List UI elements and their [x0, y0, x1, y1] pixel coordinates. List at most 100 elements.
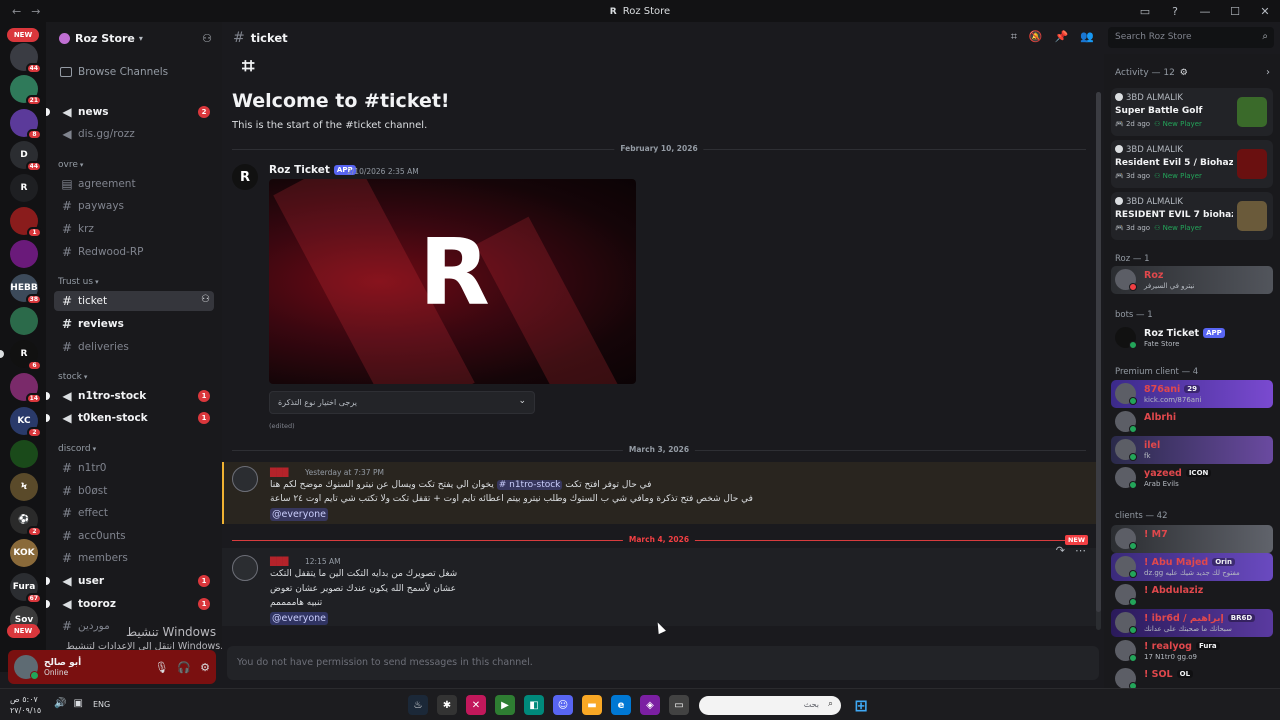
channel-t0ken-stock[interactable]: ◀ t0ken-stock 1 [46, 408, 214, 428]
channel-accounts[interactable]: # acc0unts [54, 526, 214, 546]
member-item[interactable]: ! M7 [1111, 525, 1273, 553]
message-author[interactable]: Roz Ticket APP [269, 164, 356, 176]
ticket-type-select[interactable]: يرجى اختيار نوع التذكرة ⌄ [269, 391, 535, 414]
redacted-author-name[interactable]: ███ [270, 468, 288, 477]
category-trust-us[interactable]: Trust us ▾ [58, 277, 99, 287]
user-avatar[interactable] [232, 555, 258, 581]
microphone-icon[interactable]: 🎙 [154, 661, 168, 674]
windows-start-icon[interactable]: ⊞ [851, 695, 871, 715]
server-icon[interactable] [10, 240, 38, 268]
server-icon[interactable]: KC 2 [10, 407, 42, 438]
channel-redwood[interactable]: # Redwood-RP [54, 242, 214, 262]
member-roz[interactable]: Roz نيترو في السيرفر [1111, 266, 1273, 294]
folder-icon[interactable]: ▬ [582, 695, 602, 715]
browse-channels[interactable]: Browse Channels [46, 60, 222, 84]
server-icon[interactable]: D 44 [10, 141, 42, 172]
server-icon[interactable]: R6 [10, 340, 42, 371]
scrollbar-thumb[interactable] [1096, 92, 1101, 612]
server-icon[interactable]: 21 [10, 75, 42, 106]
channel-n1tr0[interactable]: # n1tr0 [54, 458, 214, 478]
minimize-button[interactable]: — [1190, 5, 1220, 18]
message-composer[interactable]: You do not have permission to send messa… [227, 646, 1099, 680]
activity-card[interactable]: 3BD ALMALIK Super Battle Golf 🎮 2d ago ⚇ Ne… [1111, 88, 1273, 136]
channel-n1tro-stock[interactable]: ◀ n1tro-stock 1 [46, 386, 214, 406]
taskbar-search[interactable]: بحث ⌕ [699, 696, 841, 715]
app-icon[interactable]: ◧ [524, 695, 544, 715]
member-item[interactable]: ! Abdulaziz [1111, 581, 1273, 609]
server-icon[interactable]: 44 [10, 43, 42, 74]
everyone-mention[interactable]: @everyone [270, 508, 329, 521]
language-indicator[interactable]: ENG [93, 700, 110, 709]
channel-members[interactable]: # members [54, 548, 214, 568]
embed-image[interactable]: R [269, 179, 636, 384]
maximize-button[interactable]: ☐ [1220, 5, 1250, 18]
clock[interactable]: ٥:٠٧ ص ٢٧/٠٩/١٥ [10, 694, 41, 716]
steam-icon[interactable]: ♨ [408, 695, 428, 715]
activity-card[interactable]: 3BD ALMALIK Resident Evil 5 / Biohazard 5… [1111, 140, 1273, 188]
channel-payways[interactable]: # payways [54, 196, 214, 216]
channel-news[interactable]: ◀ news 2 [46, 102, 214, 122]
server-icon[interactable]: HEBB 38 [10, 274, 42, 305]
server-icon[interactable]: Fura 67 [10, 573, 42, 604]
everyone-mention[interactable]: @everyone [270, 612, 329, 625]
app-icon[interactable]: ✱ [437, 695, 457, 715]
invite-icon[interactable]: ⚇ [201, 294, 210, 305]
network-icon[interactable]: ▣ [73, 698, 82, 709]
server-header[interactable]: Roz Store ▾ ⚇ [46, 22, 222, 54]
member-item[interactable]: 876ani 29 kick.com/876ani [1111, 380, 1273, 408]
channel-deliveries[interactable]: # deliveries [54, 337, 214, 357]
member-roz-ticket[interactable]: Roz Ticket APP Fate Store [1111, 324, 1273, 352]
channel-tooroz[interactable]: ◀ tooroz 1 [46, 594, 214, 614]
chat-scrollbar[interactable] [1096, 92, 1101, 630]
channel-b0st[interactable]: # b0øst [54, 481, 214, 501]
more-options-icon[interactable]: ⋯ [1075, 544, 1086, 557]
new-unreads-pill-top[interactable]: NEW [7, 28, 39, 42]
edge-icon[interactable]: e [611, 695, 631, 715]
server-icon[interactable]: Ϟ [10, 473, 38, 501]
mute-bell-icon[interactable]: 🔕 [1029, 30, 1043, 44]
search-input[interactable]: Search Roz Store ⌕ [1108, 27, 1274, 48]
member-item[interactable]: ! SOL OL [1111, 665, 1273, 688]
forward-button[interactable]: → [31, 5, 40, 18]
app-icon[interactable]: ✕ [466, 695, 486, 715]
server-icon[interactable]: 8 [10, 109, 42, 140]
help-icon[interactable]: ? [1160, 5, 1190, 18]
server-icon[interactable]: 14 [10, 373, 42, 404]
server-icon[interactable]: KOK [10, 539, 38, 567]
pin-icon[interactable]: 📌 [1055, 30, 1069, 44]
member-item[interactable]: yazeed ICON Arab Evils [1111, 464, 1273, 492]
close-button[interactable]: ✕ [1250, 5, 1280, 18]
member-item[interactable]: ! realyog Fura 17 N1tr0 gg.o9 [1111, 637, 1273, 665]
user-avatar[interactable] [14, 655, 39, 680]
activity-card[interactable]: 3BD ALMALIK RESIDENT EVIL 7 biohazar... 🎮 … [1111, 192, 1273, 240]
copilot-icon[interactable]: ◈ [640, 695, 660, 715]
category-ovre[interactable]: ovre ▾ [58, 160, 83, 170]
back-button[interactable]: ← [12, 5, 21, 18]
channel-mention-link[interactable]: # n1tro-stock [496, 480, 563, 490]
user-avatar[interactable] [232, 466, 258, 492]
channel-krz[interactable]: # krz [54, 219, 214, 239]
task-view-icon[interactable]: ▭ [669, 695, 689, 715]
play-icon[interactable]: ▶ [495, 695, 515, 715]
category-discord[interactable]: discord ▾ [58, 444, 96, 454]
member-item[interactable]: ilel fk [1111, 436, 1273, 464]
member-list-icon[interactable]: 👥 [1080, 30, 1094, 44]
category-stock[interactable]: stock ▾ [58, 372, 87, 382]
server-icon[interactable]: 1 [10, 207, 42, 238]
forward-icon[interactable]: ↷ [1056, 544, 1065, 557]
new-unreads-pill-bottom[interactable]: NEW [7, 624, 39, 638]
channel-agreement[interactable]: ▤ agreement [54, 174, 214, 194]
user-info[interactable]: أبو صالح Online [44, 658, 81, 677]
speaker-icon[interactable]: 🔊 [54, 698, 66, 709]
server-icon[interactable] [10, 440, 38, 468]
roz-ticket-avatar[interactable]: R [232, 164, 258, 190]
channel-user[interactable]: ◀ user 1 [46, 571, 214, 591]
threads-icon[interactable]: ⌗ [1011, 30, 1017, 44]
gear-icon[interactable]: ⚙ [200, 661, 210, 674]
chevron-right-icon[interactable]: › [1266, 67, 1270, 78]
channel-effect[interactable]: # effect [54, 503, 214, 523]
gear-icon[interactable]: ⚙ [1180, 68, 1188, 78]
server-icon[interactable] [10, 307, 38, 335]
server-icon[interactable]: R [10, 174, 38, 202]
member-item[interactable]: ! Abu Majed Orin dz.gg مفتوح لك جديد شيك ع… [1111, 553, 1273, 581]
